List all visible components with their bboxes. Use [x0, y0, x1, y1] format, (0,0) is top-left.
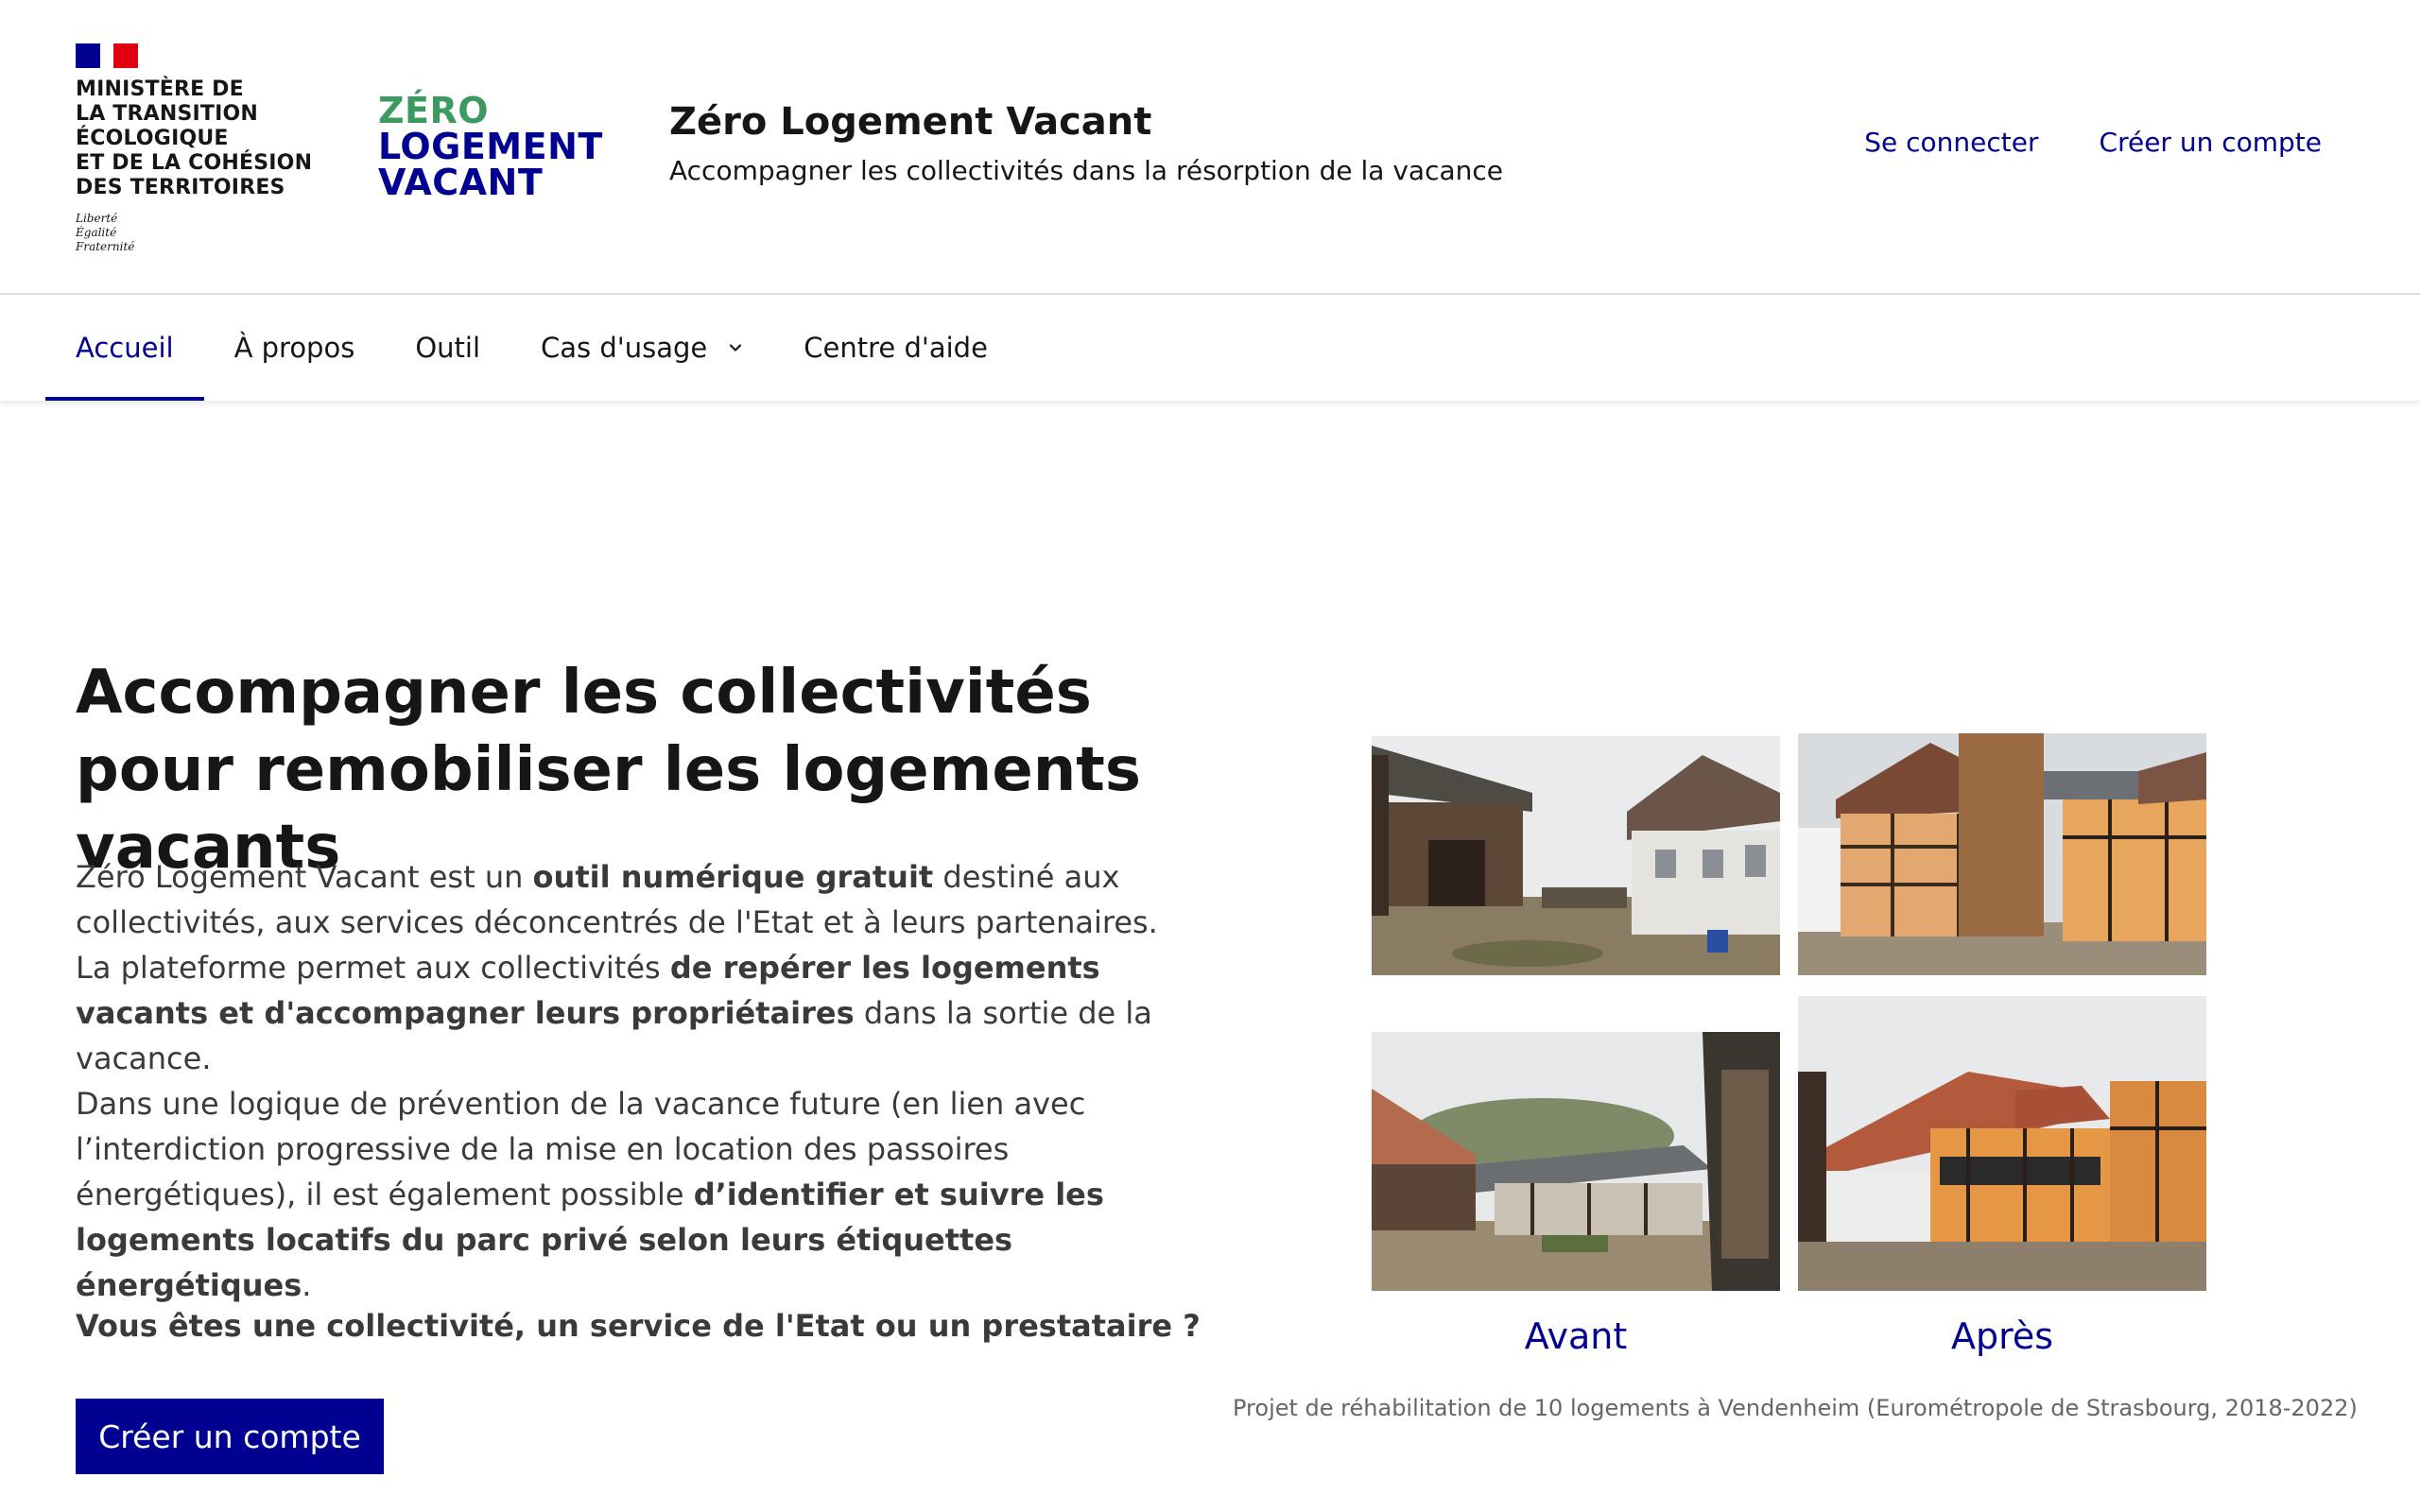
- ministry-line: DES TERRITOIRES: [76, 176, 285, 199]
- logo-line: VACANT: [378, 162, 544, 203]
- motto-line: Égalité: [76, 226, 117, 239]
- login-link[interactable]: Se connecter: [1864, 127, 2038, 158]
- nav-item-a-propos[interactable]: À propos: [204, 295, 386, 401]
- intro-emphasis: outil numérique gratuit: [532, 859, 934, 895]
- signup-link[interactable]: Créer un compte: [2100, 127, 2322, 158]
- after-photo-2: [1798, 996, 2206, 1291]
- nav-item-label: À propos: [233, 332, 355, 364]
- audience-question: Vous êtes une collectivité, un service d…: [76, 1308, 1201, 1344]
- motto-line: Liberté: [76, 212, 118, 225]
- site-header: MINISTÈRE DE LA TRANSITION ÉCOLOGIQUE ET…: [0, 0, 2420, 295]
- create-account-button[interactable]: Créer un compte: [76, 1399, 384, 1474]
- prevention-paragraph: Dans une logique de prévention de la vac…: [76, 1081, 1210, 1308]
- nav-item-cas-usage[interactable]: Cas d'usage: [510, 295, 773, 401]
- main-navigation: Accueil À propos Outil Cas d'usage Centr…: [0, 295, 2420, 401]
- nav-item-centre-aide[interactable]: Centre d'aide: [773, 295, 1018, 401]
- motto-line: Fraternité: [76, 240, 135, 253]
- ministry-name: MINISTÈRE DE LA TRANSITION ÉCOLOGIQUE ET…: [76, 77, 312, 200]
- after-photo-1: [1798, 733, 2206, 975]
- before-label: Avant: [1524, 1315, 1628, 1357]
- logo-line: ZÉRO: [378, 90, 490, 131]
- logo-line: LOGEMENT: [378, 126, 603, 167]
- before-photo-2: [1372, 1032, 1780, 1291]
- before-photo-1: [1372, 736, 1780, 975]
- nav-item-label: Outil: [415, 332, 481, 364]
- nav-item-accueil[interactable]: Accueil: [45, 295, 204, 401]
- gallery-caption: Projet de réhabilitation de 10 logements…: [1233, 1395, 2358, 1421]
- ministry-logo[interactable]: MINISTÈRE DE LA TRANSITION ÉCOLOGIQUE ET…: [76, 43, 312, 254]
- intro-text: Zéro Logement Vacant est un: [76, 859, 533, 895]
- french-flag-icon: [76, 43, 138, 68]
- prevention-text: .: [302, 1267, 312, 1303]
- ministry-line: ET DE LA COHÉSION: [76, 151, 313, 175]
- site-tagline: Accompagner les collectivités dans la ré…: [669, 155, 1503, 186]
- nav-item-label: Centre d'aide: [804, 332, 988, 364]
- ministry-line: LA TRANSITION: [76, 102, 259, 126]
- nav-item-outil[interactable]: Outil: [385, 295, 510, 401]
- hero-title: Accompagner les collectivités pour remob…: [76, 658, 1141, 883]
- site-title[interactable]: Zéro Logement Vacant: [669, 100, 1151, 144]
- nav-item-label: Accueil: [76, 332, 174, 364]
- chevron-down-icon: [730, 344, 742, 352]
- after-label: Après: [1950, 1315, 2054, 1357]
- header-tools: Se connecter Créer un compte: [1864, 127, 2322, 158]
- republic-motto: Liberté Égalité Fraternité: [76, 212, 312, 254]
- intro-text: La plateforme permet aux collectivités: [76, 950, 670, 986]
- nav-item-label: Cas d'usage: [541, 332, 708, 364]
- ministry-line: ÉCOLOGIQUE: [76, 127, 229, 150]
- ministry-line: MINISTÈRE DE: [76, 77, 244, 101]
- intro-paragraph: Zéro Logement Vacant est un outil numéri…: [76, 854, 1210, 1081]
- zlv-logo[interactable]: ZÉRO LOGEMENT VACANT: [378, 93, 603, 200]
